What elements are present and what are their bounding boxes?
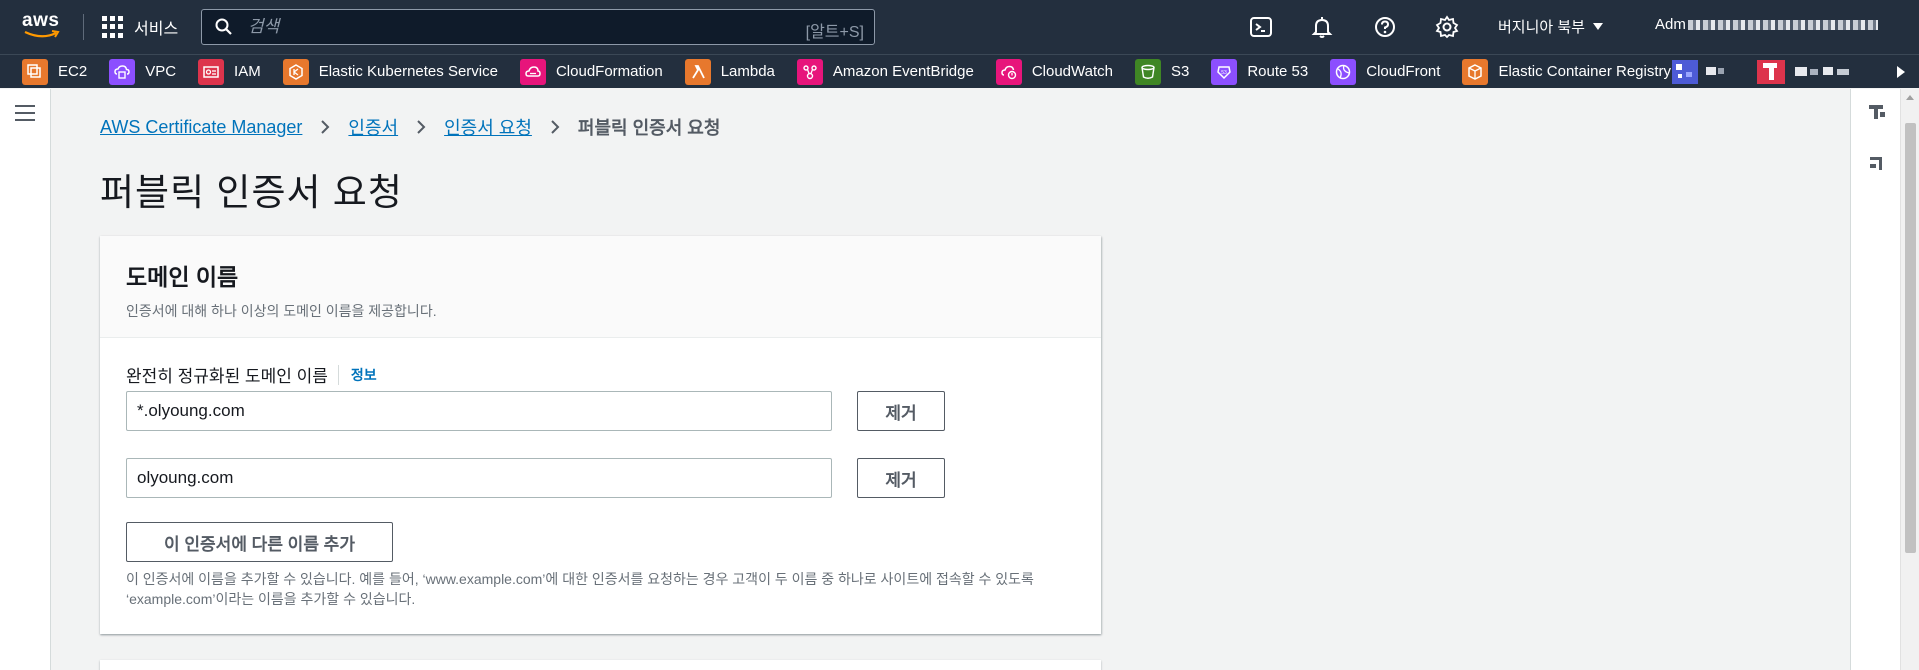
left-navigation-rail (0, 89, 51, 670)
favorite-label: IAM (234, 63, 261, 80)
favorite-label: Amazon EventBridge (832, 63, 974, 80)
scrollbar-thumb[interactable] (1905, 123, 1916, 553)
eks-icon (282, 58, 309, 85)
bell-icon[interactable] (1309, 14, 1335, 40)
favorite-cloudwatch[interactable]: CloudWatch (974, 55, 1113, 89)
chevron-right-icon (417, 120, 426, 134)
fqdn-label-text: 완전히 정규화된 도메인 이름 (126, 367, 328, 386)
info-panel-icon[interactable] (1866, 101, 1888, 123)
favorite-label: CloudFront (1366, 63, 1441, 80)
panel-header: 도메인 이름 인증서에 대해 하나 이상의 도메인 이름을 제공합니다. (100, 236, 1101, 338)
favorite-lambda[interactable]: Lambda (663, 55, 775, 89)
svg-text:53: 53 (1222, 70, 1228, 76)
breadcrumb-acm[interactable]: AWS Certificate Manager (100, 117, 302, 138)
favorite-ecr[interactable]: Elastic Container Registry (1440, 55, 1671, 89)
favorites-scroll-right-icon[interactable] (1897, 66, 1905, 78)
tutorial-panel-icon[interactable] (1866, 153, 1888, 175)
right-tools-rail (1850, 89, 1900, 670)
breadcrumb-request-certificate[interactable]: 인증서 요청 (444, 114, 532, 140)
chevron-right-icon (551, 120, 560, 134)
favorite-label: CloudFormation (555, 63, 663, 80)
domain-name-input[interactable] (126, 391, 832, 431)
aws-logo-text: aws (22, 10, 60, 31)
info-link[interactable]: 정보 (337, 364, 377, 385)
favorite-label: S3 (1170, 63, 1190, 80)
scroll-up-arrow-icon[interactable] (1906, 95, 1914, 100)
favorite-cloudformation[interactable]: CloudFormation (498, 55, 663, 89)
page-scrollbar[interactable] (1900, 89, 1919, 670)
panel-title: 도메인 이름 (126, 264, 239, 290)
breadcrumb-certificates[interactable]: 인증서 (348, 114, 398, 140)
nav-divider (83, 14, 84, 40)
domain-name-input[interactable] (126, 458, 832, 498)
cloudfront-icon (1330, 58, 1357, 85)
favorite-eks[interactable]: Elastic Kubernetes Service (261, 55, 498, 89)
menu-hamburger-icon[interactable] (15, 105, 35, 121)
vpc-icon (109, 58, 136, 85)
services-grid-icon (102, 16, 124, 38)
aws-logo[interactable]: aws (22, 10, 64, 42)
domain-names-panel: 도메인 이름 인증서에 대해 하나 이상의 도메인 이름을 제공합니다. 완전히… (100, 236, 1101, 634)
help-icon[interactable] (1372, 14, 1398, 40)
favorite-eventbridge[interactable]: Amazon EventBridge (775, 55, 974, 89)
page-title: 퍼블릭 인증서 요청 (100, 172, 403, 213)
favorites-bar: EC2 VPC IAM Elastic Kubernetes Service C… (0, 54, 1919, 88)
favorite-label: VPC (145, 63, 177, 80)
aws-smile-icon (24, 30, 60, 38)
remove-domain-button[interactable]: 제거 (857, 458, 945, 498)
favorite-cloudfront[interactable]: CloudFront (1308, 55, 1440, 89)
favorite-s3[interactable]: S3 (1113, 55, 1189, 89)
add-another-name-button[interactable]: 이 인증서에 다른 이름 추가 (126, 522, 393, 562)
favorite-label: Route 53 (1247, 63, 1309, 80)
redacted-favorite[interactable] (1757, 59, 1867, 85)
services-label: 서비스 (134, 21, 179, 38)
next-panel-edge (100, 660, 1101, 670)
favorite-route53[interactable]: 53 Route 53 (1189, 55, 1308, 89)
favorite-vpc[interactable]: VPC (87, 55, 176, 89)
favorite-label: EC2 (58, 63, 88, 80)
search-icon (215, 18, 232, 35)
panel-description: 인증서에 대해 하나 이상의 도메인 이름을 제공합니다. (126, 303, 437, 319)
gear-icon[interactable] (1434, 14, 1460, 40)
account-label: Adm (1655, 16, 1686, 33)
search-shortcut-hint: [알트+S] (805, 24, 864, 41)
breadcrumb-current: 퍼블릭 인증서 요청 (577, 118, 721, 138)
favorite-ec2[interactable]: EC2 (0, 55, 87, 89)
eventbridge-icon (796, 58, 823, 85)
cloudformation-icon (519, 58, 546, 85)
favorite-iam[interactable]: IAM (176, 55, 261, 89)
top-navigation: aws 서비스 [알트+S] 버 (0, 0, 1919, 54)
favorite-label: Elastic Kubernetes Service (318, 63, 498, 80)
ec2-icon (22, 58, 48, 85)
caret-down-icon (1592, 23, 1603, 30)
redacted-favorite[interactable] (1672, 59, 1742, 85)
iam-icon (198, 58, 225, 85)
account-menu[interactable]: Adm (1655, 16, 1878, 33)
chevron-right-icon (321, 120, 330, 134)
ecr-icon (1462, 58, 1489, 85)
search-input[interactable] (248, 17, 768, 37)
favorite-label: Lambda (720, 63, 775, 80)
cloudwatch-icon (995, 58, 1022, 85)
favorite-label: Elastic Container Registry (1498, 63, 1672, 80)
region-selector[interactable]: 버지니아 북부 (1498, 16, 1603, 37)
breadcrumb: AWS Certificate Manager 인증서 인증서 요청 퍼블릭 인… (100, 114, 720, 140)
search-bar[interactable]: [알트+S] (201, 9, 875, 45)
route53-icon: 53 (1211, 58, 1238, 85)
favorite-label: CloudWatch (1031, 63, 1113, 80)
s3-bucket-icon (1134, 58, 1161, 85)
remove-domain-button[interactable]: 제거 (857, 391, 945, 431)
cloudshell-icon[interactable] (1248, 14, 1274, 40)
fqdn-field-label: 완전히 정규화된 도메인 이름 정보 (126, 362, 377, 387)
region-label: 버지니아 북부 (1498, 19, 1585, 36)
services-menu-button[interactable]: 서비스 (102, 14, 178, 40)
redacted-account-text (1687, 19, 1878, 30)
lambda-icon (684, 58, 711, 85)
add-name-help-text: 이 인증서에 이름을 추가할 수 있습니다. 예를 들어, ‘www.examp… (126, 571, 1034, 607)
